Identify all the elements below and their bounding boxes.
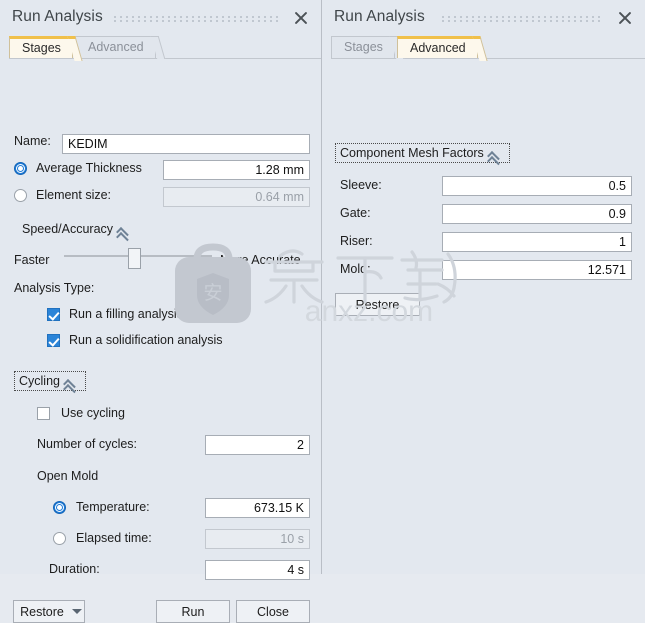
left-tabstrip: Stages Advanced — [9, 36, 321, 61]
open-mold-label: Open Mold — [37, 469, 99, 483]
restore-mesh-factors-label: Restore — [355, 297, 400, 312]
tab-advanced[interactable]: Advanced — [397, 36, 488, 61]
restore-button[interactable]: Restore — [13, 600, 85, 623]
run-button[interactable]: Run — [156, 600, 230, 623]
name-input[interactable]: KEDIM — [62, 134, 310, 154]
tab-skew-edge — [150, 36, 165, 59]
use-cycling-row[interactable]: Use cycling — [37, 406, 125, 420]
element-size-row[interactable]: Element size: — [14, 188, 111, 202]
restore-mesh-factors-button[interactable]: Restore — [335, 293, 420, 316]
element-size-radio[interactable] — [14, 188, 27, 202]
temperature-row[interactable]: Temperature: — [53, 500, 150, 514]
use-cycling-checkbox[interactable] — [37, 406, 50, 420]
open-mold-row: Open Mold — [37, 469, 98, 483]
gate-input[interactable]: 0.9 — [442, 204, 632, 224]
average-thickness-label: Average Thickness — [36, 161, 142, 175]
run-analysis-panel-advanced: Run Analysis Stages Advanced Component M… — [322, 0, 645, 574]
run-analysis-panel-stages: Run Analysis Stages Advanced Name: KEDIM — [0, 0, 322, 623]
solidification-analysis-label: Run a solidification analysis — [69, 333, 223, 347]
titlebar-grip-dots — [440, 15, 603, 22]
tab-advanced-label: Advanced — [410, 41, 466, 55]
chevron-up-double-icon[interactable] — [67, 376, 80, 387]
temperature-label: Temperature: — [76, 500, 150, 514]
page-title: Run Analysis — [12, 8, 103, 25]
chevron-down-icon[interactable] — [71, 609, 82, 614]
component-mesh-factors-label: Component Mesh Factors — [340, 146, 484, 160]
run-button-label: Run — [181, 604, 205, 619]
solidification-analysis-checkbox[interactable] — [47, 333, 60, 347]
tab-stages-label: Stages — [344, 40, 383, 54]
sleeve-label: Sleeve: — [340, 178, 382, 192]
elapsed-time-row[interactable]: Elapsed time: — [53, 531, 152, 545]
tab-advanced[interactable]: Advanced — [75, 36, 165, 59]
filling-analysis-row[interactable]: Run a filling analysis — [47, 307, 183, 321]
close-button-label: Close — [257, 604, 289, 619]
right-titlebar: Run Analysis — [322, 0, 645, 36]
average-thickness-input[interactable]: 1.28 mm — [163, 160, 310, 180]
mold-label: Mold: — [340, 262, 371, 276]
riser-row: Riser: — [340, 234, 373, 248]
titlebar-grip-dots — [112, 15, 279, 22]
run-analysis-dialogs: Run Analysis Stages Advanced Name: KEDIM — [0, 0, 645, 623]
temperature-input[interactable]: 673.15 K — [205, 498, 310, 518]
mold-row: Mold: — [340, 262, 371, 276]
average-thickness-radio[interactable] — [14, 161, 27, 175]
element-size-input: 0.64 mm — [163, 187, 310, 207]
speed-accuracy-label: Speed/Accuracy — [22, 222, 114, 236]
analysis-type-label: Analysis Type: — [14, 281, 95, 295]
gate-row: Gate: — [340, 206, 371, 220]
filling-analysis-label: Run a filling analysis — [69, 307, 183, 321]
tab-advanced-label: Advanced — [88, 40, 144, 54]
sleeve-row: Sleeve: — [340, 178, 382, 192]
average-thickness-row[interactable]: Average Thickness — [14, 161, 142, 175]
number-of-cycles-row: Number of cycles: — [37, 437, 137, 451]
number-of-cycles-input[interactable]: 2 — [205, 435, 310, 455]
tab-skew-edge — [472, 36, 488, 61]
chevron-up-double-icon[interactable] — [120, 224, 133, 235]
speed-accuracy-slider[interactable] — [64, 248, 212, 269]
name-row: Name: — [14, 134, 66, 148]
mold-input[interactable]: 12.571 — [442, 260, 632, 280]
chevron-up-double-icon[interactable] — [491, 148, 504, 159]
tabstrip-baseline — [331, 58, 645, 59]
sleeve-input[interactable]: 0.5 — [442, 176, 632, 196]
left-titlebar: Run Analysis — [0, 0, 321, 36]
duration-input[interactable]: 4 s — [205, 560, 310, 580]
number-of-cycles-label: Number of cycles: — [37, 437, 138, 451]
element-size-label: Element size: — [36, 188, 112, 202]
riser-input[interactable]: 1 — [442, 232, 632, 252]
slider-min-label: Faster — [14, 253, 50, 267]
analysis-type-row: Analysis Type: — [14, 281, 94, 295]
elapsed-time-radio[interactable] — [53, 531, 66, 545]
solidification-analysis-row[interactable]: Run a solidification analysis — [47, 333, 223, 347]
more-accurate-label-row: More Accurate — [220, 253, 301, 267]
cycling-label: Cycling — [19, 374, 60, 388]
gate-label: Gate: — [340, 206, 371, 220]
close-button[interactable]: Close — [236, 600, 310, 623]
slider-max-label: More Accurate — [220, 253, 301, 267]
riser-label: Riser: — [340, 234, 373, 248]
component-mesh-factors-section-header[interactable]: Component Mesh Factors — [335, 143, 510, 163]
filling-analysis-checkbox[interactable] — [47, 307, 60, 321]
page-title: Run Analysis — [334, 8, 425, 25]
restore-button-label: Restore — [20, 604, 64, 619]
slider-thumb[interactable] — [128, 248, 141, 269]
cycling-section-header[interactable]: Cycling — [14, 371, 86, 391]
use-cycling-label: Use cycling — [61, 406, 125, 420]
temperature-radio[interactable] — [53, 500, 66, 514]
close-icon[interactable] — [292, 9, 310, 27]
name-label: Name: — [14, 134, 51, 148]
faster-label-row: Faster — [14, 253, 49, 267]
tab-stages[interactable]: Stages — [9, 36, 83, 61]
elapsed-time-input: 10 s — [205, 529, 310, 549]
speed-accuracy-section-header[interactable]: Speed/Accuracy — [17, 219, 139, 239]
close-icon[interactable] — [616, 9, 634, 27]
tab-stages-label: Stages — [22, 41, 61, 55]
elapsed-time-label: Elapsed time: — [76, 531, 152, 545]
right-tabstrip: Stages Advanced — [331, 36, 645, 61]
tab-stages[interactable]: Stages — [331, 36, 405, 59]
